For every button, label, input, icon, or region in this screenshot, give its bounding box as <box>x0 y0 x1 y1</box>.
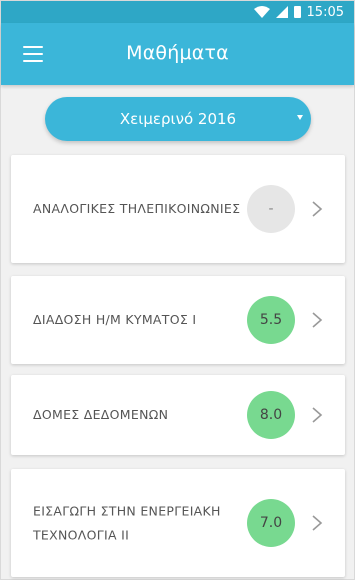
chevron-right-icon <box>312 515 323 531</box>
phone-screen: 15:05 Μαθήματα Χειμερινό 2016 ΑΝΑΛΟΓΙΚΕΣ… <box>0 0 355 580</box>
chevron-right-icon <box>312 407 323 423</box>
grade-badge: 7.0 <box>247 499 295 547</box>
course-card[interactable]: ΔΙΑΔΟΣΗ Η/Μ ΚΥΜΑΤΟΣ Ι 5.5 <box>11 276 345 364</box>
course-name: ΔΙΑΔΟΣΗ Η/Μ ΚΥΜΑΤΟΣ Ι <box>33 312 197 328</box>
battery-icon <box>293 6 301 18</box>
course-card[interactable]: ΑΝΑΛΟΓΙΚΕΣ ΤΗΛΕΠΙΚΟΙΝΩΝΙΕΣ - <box>11 155 345 263</box>
semester-selected-value: Χειμερινό 2016 <box>119 110 237 128</box>
chevron-right-icon <box>312 312 323 328</box>
course-name: ΕΙΣΑΓΩΓΗ ΣΤΗΝ ΕΝΕΡΓΕΙΑΚΗ ΤΕΧΝΟΛΟΓΙΑ ΙΙ <box>33 503 221 542</box>
course-card[interactable]: ΕΙΣΑΓΩΓΗ ΣΤΗΝ ΕΝΕΡΓΕΙΑΚΗ ΤΕΧΝΟΛΟΓΙΑ ΙΙ 7… <box>11 469 345 577</box>
chevron-right-icon <box>312 201 323 217</box>
page-title: Μαθήματα <box>126 42 229 64</box>
course-card[interactable]: ΔΟΜΕΣ ΔΕΔΟΜΕΝΩΝ 8.0 <box>11 375 345 455</box>
wifi-icon <box>253 6 270 18</box>
course-name: ΑΝΑΛΟΓΙΚΕΣ ΤΗΛΕΠΙΚΟΙΝΩΝΙΕΣ <box>33 201 241 217</box>
course-name: ΔΟΜΕΣ ΔΕΔΟΜΕΝΩΝ <box>33 407 169 423</box>
grade-badge: 8.0 <box>247 391 295 439</box>
app-bar: Μαθήματα <box>1 23 354 85</box>
caret-down-icon <box>297 115 303 120</box>
grade-badge: 5.5 <box>247 296 295 344</box>
signal-icon <box>275 6 288 18</box>
grade-badge: - <box>247 185 295 233</box>
status-bar: 15:05 <box>1 1 354 23</box>
semester-dropdown[interactable]: Χειμερινό 2016 <box>45 97 311 141</box>
status-time: 15:05 <box>306 4 344 20</box>
status-icons <box>253 6 301 18</box>
